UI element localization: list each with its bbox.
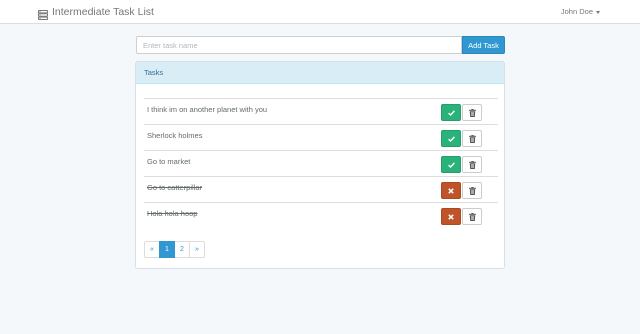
task-name: Sherlock holmes <box>147 131 203 140</box>
task-row: Sherlock holmes <box>144 125 498 151</box>
task-name-input[interactable] <box>136 36 462 54</box>
trash-icon <box>468 160 476 169</box>
task-name: I think im on another planet with you <box>147 105 268 114</box>
task-name: Go to catterpillar <box>147 183 203 192</box>
mark-incomplete-button[interactable] <box>441 208 461 225</box>
server-stack-icon <box>38 7 48 20</box>
mark-complete-button[interactable] <box>441 130 461 147</box>
caret-down-icon <box>596 10 600 14</box>
panel-heading: Tasks <box>136 62 504 84</box>
task-name: Go to market <box>147 157 191 166</box>
brand-link[interactable]: Intermediate Task List <box>38 5 154 20</box>
delete-task-button[interactable] <box>462 130 482 147</box>
user-name: John Doe <box>560 7 593 16</box>
task-list: I think im on another planet with you Sh… <box>144 98 498 229</box>
delete-task-button[interactable] <box>462 156 482 173</box>
pagination-next[interactable]: » <box>189 241 205 258</box>
task-row: I think im on another planet with you <box>144 99 498 125</box>
tasks-panel: Tasks I think im on another planet with … <box>135 61 505 269</box>
pagination-page-2[interactable]: 2 <box>174 241 190 258</box>
delete-task-button[interactable] <box>462 104 482 121</box>
x-icon <box>448 187 454 194</box>
app-title: Intermediate Task List <box>52 6 154 18</box>
check-icon <box>447 135 455 142</box>
delete-task-button[interactable] <box>462 208 482 225</box>
task-row: Hola hola hoop <box>144 203 498 229</box>
top-navbar: Intermediate Task List John Doe <box>0 0 640 24</box>
task-row: Go to market <box>144 151 498 177</box>
x-icon <box>448 213 454 220</box>
pagination-prev[interactable]: « <box>144 241 160 258</box>
trash-icon <box>468 134 476 143</box>
mark-complete-button[interactable] <box>441 156 461 173</box>
pagination: « 1 2 » <box>144 241 205 258</box>
trash-icon <box>468 212 476 221</box>
add-task-button[interactable]: Add Task <box>462 36 505 54</box>
task-row: Go to catterpillar <box>144 177 498 203</box>
task-name: Hola hola hoop <box>147 209 198 218</box>
check-icon <box>447 109 455 116</box>
mark-incomplete-button[interactable] <box>441 182 461 199</box>
trash-icon <box>468 108 476 117</box>
pagination-page-1[interactable]: 1 <box>159 241 175 258</box>
trash-icon <box>468 186 476 195</box>
user-menu-dropdown[interactable]: John Doe <box>561 6 600 18</box>
check-icon <box>447 161 455 168</box>
delete-task-button[interactable] <box>462 182 482 199</box>
mark-complete-button[interactable] <box>441 104 461 121</box>
